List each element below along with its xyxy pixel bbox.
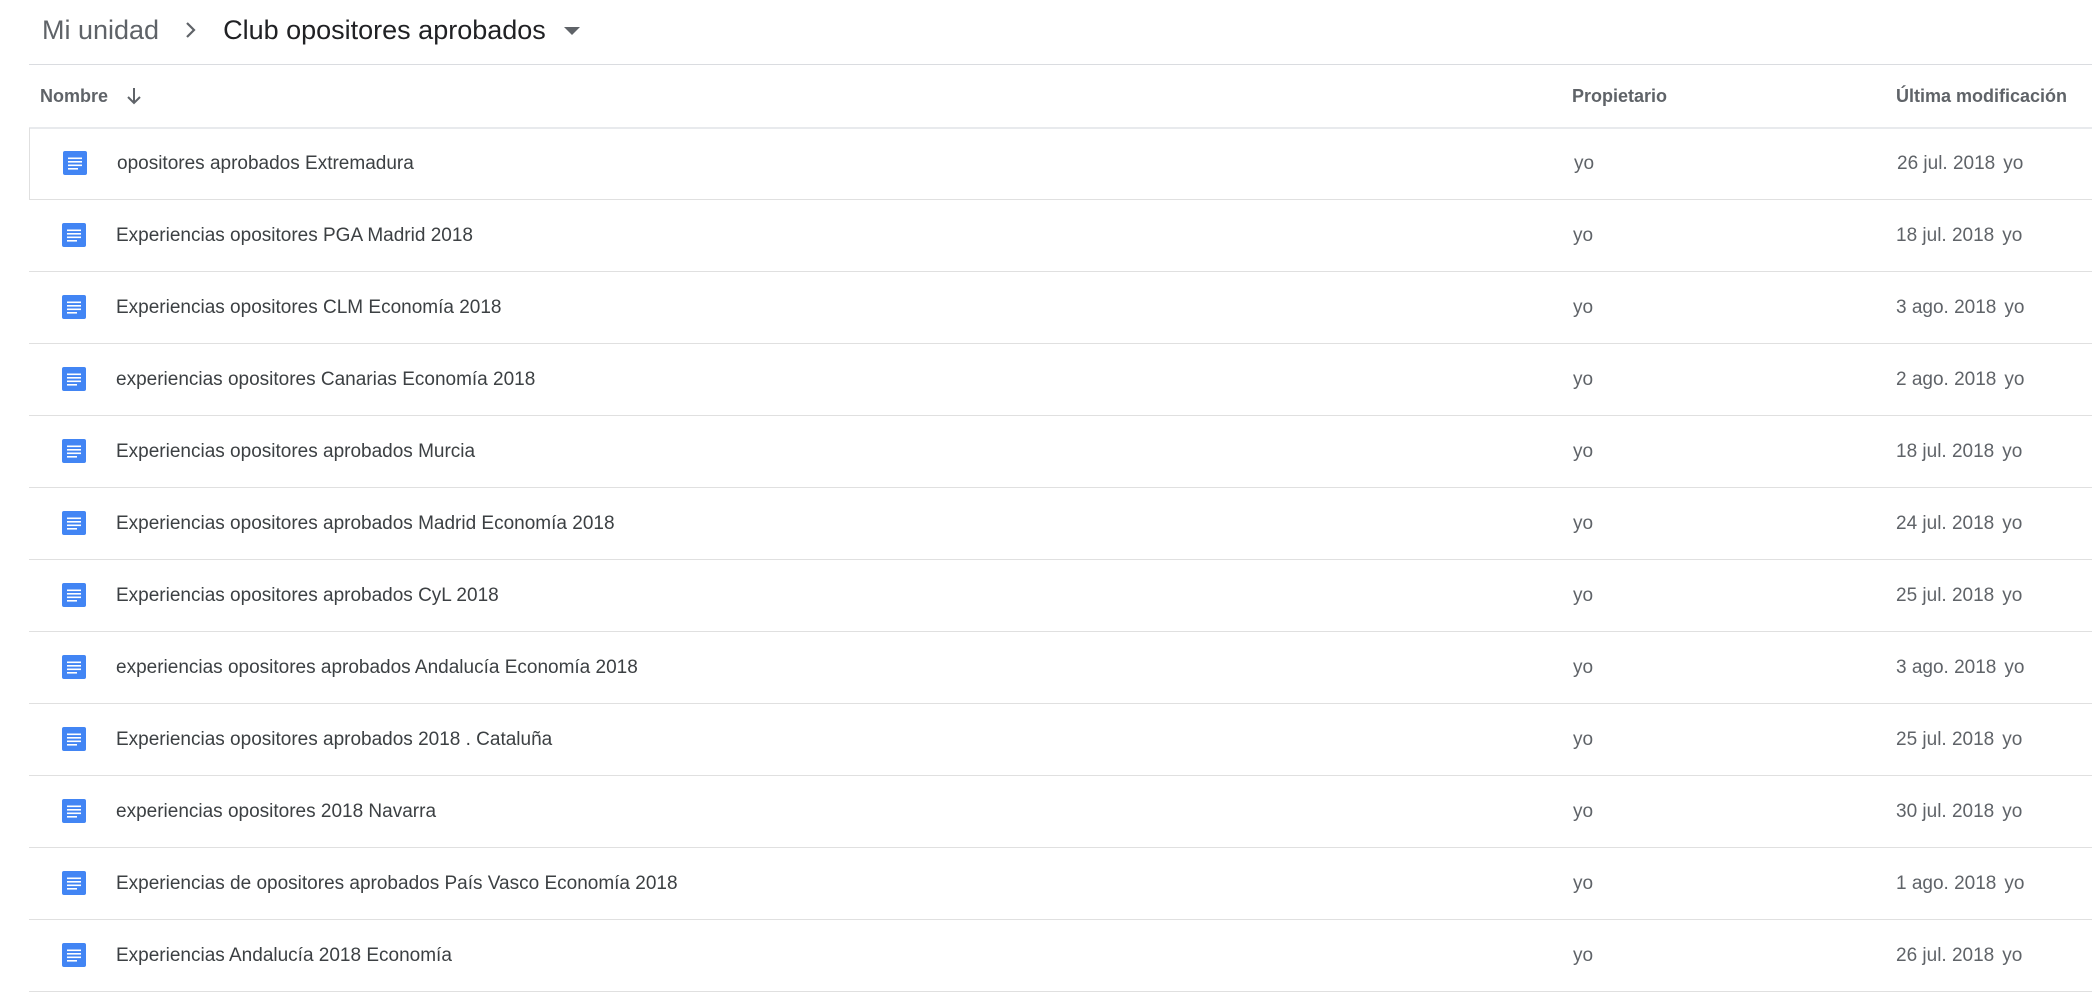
file-modified-date: 18 jul. 2018 <box>1896 440 1995 462</box>
breadcrumb-root-my-drive[interactable]: Mi unidad <box>40 11 161 50</box>
file-name: Experiencias opositores aprobados Madrid… <box>116 512 615 534</box>
file-modified-by: yo <box>2002 512 2023 534</box>
column-header-name-label: Nombre <box>40 85 109 106</box>
breadcrumb-current-folder[interactable]: Club opositores aprobados <box>221 11 582 50</box>
file-name: experiencias opositores Canarias Economí… <box>116 368 536 390</box>
chevron-right-icon <box>161 10 221 50</box>
google-docs-icon <box>62 799 86 823</box>
file-owner: yo <box>1573 512 1594 534</box>
google-docs-icon <box>62 511 86 535</box>
file-row[interactable]: Experiencias opositores aprobados Murcia… <box>29 416 2092 488</box>
file-owner: yo <box>1573 224 1594 246</box>
arrow-down-icon[interactable] <box>122 84 146 108</box>
file-modified-by: yo <box>2002 440 2023 462</box>
file-owner: yo <box>1573 440 1594 462</box>
file-modified-date: 26 jul. 2018 <box>1896 944 1995 966</box>
file-name: opositores aprobados Extremadura <box>117 152 414 174</box>
file-name: Experiencias Andalucía 2018 Economía <box>116 944 452 966</box>
file-modified-by: yo <box>2002 800 2023 822</box>
file-owner: yo <box>1573 800 1594 822</box>
file-modified: 26 jul. 2018 yo <box>1897 128 2023 199</box>
column-header-owner: Propietario <box>1572 85 1668 106</box>
file-owner: yo <box>1573 296 1594 318</box>
file-owner: yo <box>1573 944 1594 966</box>
file-modified-date: 25 jul. 2018 <box>1896 584 1995 606</box>
file-modified: 30 jul. 2018 yo <box>1896 776 2022 847</box>
google-docs-icon <box>63 151 87 175</box>
google-docs-icon <box>62 439 86 463</box>
google-docs-icon <box>62 655 86 679</box>
breadcrumb: Mi unidad Club opositores aprobados <box>40 0 582 60</box>
file-row[interactable]: Experiencias opositores CLM Economía 201… <box>29 272 2092 344</box>
google-docs-icon <box>62 943 86 967</box>
file-row[interactable]: Experiencias opositores aprobados CyL 20… <box>29 560 2092 632</box>
file-name: experiencias opositores 2018 Navarra <box>116 800 437 822</box>
drive-file-list-page: Mi unidad Club opositores aprobados Nomb… <box>0 0 2092 998</box>
file-modified: 24 jul. 2018 yo <box>1896 488 2022 559</box>
file-modified-date: 24 jul. 2018 <box>1896 512 1995 534</box>
file-row[interactable]: Experiencias opositores aprobados 2018 .… <box>29 704 2092 776</box>
file-modified-date: 3 ago. 2018 <box>1896 296 1997 318</box>
file-modified-date: 1 ago. 2018 <box>1896 872 1997 894</box>
file-list: opositores aprobados Extremadura yo 26 j… <box>29 128 2092 992</box>
column-header-modified[interactable]: Última modificación <box>1896 65 2067 127</box>
file-modified-date: 26 jul. 2018 <box>1897 152 1996 174</box>
file-owner: yo <box>1573 656 1594 678</box>
file-row[interactable]: opositores aprobados Extremadura yo 26 j… <box>29 128 2092 200</box>
file-modified-date: 18 jul. 2018 <box>1896 224 1995 246</box>
file-row[interactable]: Experiencias de opositores aprobados Paí… <box>29 848 2092 920</box>
file-modified: 3 ago. 2018 yo <box>1896 632 2024 703</box>
google-docs-icon <box>62 295 86 319</box>
file-owner: yo <box>1573 728 1594 750</box>
file-row[interactable]: experiencias opositores 2018 Navarra yo … <box>29 776 2092 848</box>
file-modified: 3 ago. 2018 yo <box>1896 272 2024 343</box>
file-owner: yo <box>1574 152 1595 174</box>
file-modified-by: yo <box>2002 584 2023 606</box>
file-modified-date: 3 ago. 2018 <box>1896 656 1997 678</box>
file-modified-by: yo <box>2004 296 2025 318</box>
file-row[interactable]: Experiencias Andalucía 2018 Economía yo … <box>29 920 2092 992</box>
file-modified-by: yo <box>2004 368 2025 390</box>
column-header-name[interactable]: Nombre <box>40 65 146 127</box>
file-name: Experiencias opositores aprobados CyL 20… <box>116 584 499 606</box>
file-row[interactable]: Experiencias opositores PGA Madrid 2018 … <box>29 200 2092 272</box>
file-modified: 18 jul. 2018 yo <box>1896 416 2022 487</box>
file-modified: 25 jul. 2018 yo <box>1896 560 2022 631</box>
file-row[interactable]: Experiencias opositores aprobados Madrid… <box>29 488 2092 560</box>
google-docs-icon <box>62 871 86 895</box>
file-name: Experiencias de opositores aprobados Paí… <box>116 872 678 894</box>
file-modified-by: yo <box>2004 872 2025 894</box>
file-row[interactable]: experiencias opositores Canarias Economí… <box>29 344 2092 416</box>
google-docs-icon <box>62 583 86 607</box>
file-modified-date: 30 jul. 2018 <box>1896 800 1995 822</box>
google-docs-icon <box>62 367 86 391</box>
table-header: Nombre Propietario Última modificación <box>29 65 2092 129</box>
file-name: Experiencias opositores PGA Madrid 2018 <box>116 224 473 246</box>
file-modified: 1 ago. 2018 yo <box>1896 848 2024 919</box>
file-modified: 18 jul. 2018 yo <box>1896 200 2022 271</box>
file-row[interactable]: experiencias opositores aprobados Andalu… <box>29 632 2092 704</box>
current-folder-title: Club opositores aprobados <box>223 14 546 45</box>
file-modified-by: yo <box>2003 152 2024 174</box>
file-modified-by: yo <box>2002 944 2023 966</box>
caret-down-icon <box>563 27 580 35</box>
file-modified-by: yo <box>2002 224 2023 246</box>
file-name: Experiencias opositores CLM Economía 201… <box>116 296 502 318</box>
file-modified-by: yo <box>2004 656 2025 678</box>
file-name: Experiencias opositores aprobados 2018 .… <box>116 728 553 750</box>
google-docs-icon <box>62 223 86 247</box>
file-name: Experiencias opositores aprobados Murcia <box>116 440 476 462</box>
google-docs-icon <box>62 727 86 751</box>
file-owner: yo <box>1573 368 1594 390</box>
file-owner: yo <box>1573 872 1594 894</box>
file-modified-by: yo <box>2002 728 2023 750</box>
file-modified-date: 2 ago. 2018 <box>1896 368 1997 390</box>
file-owner: yo <box>1573 584 1594 606</box>
file-modified: 25 jul. 2018 yo <box>1896 704 2022 775</box>
file-name: experiencias opositores aprobados Andalu… <box>116 656 638 678</box>
file-modified: 26 jul. 2018 yo <box>1896 920 2022 991</box>
file-modified-date: 25 jul. 2018 <box>1896 728 1995 750</box>
file-modified: 2 ago. 2018 yo <box>1896 344 2024 415</box>
